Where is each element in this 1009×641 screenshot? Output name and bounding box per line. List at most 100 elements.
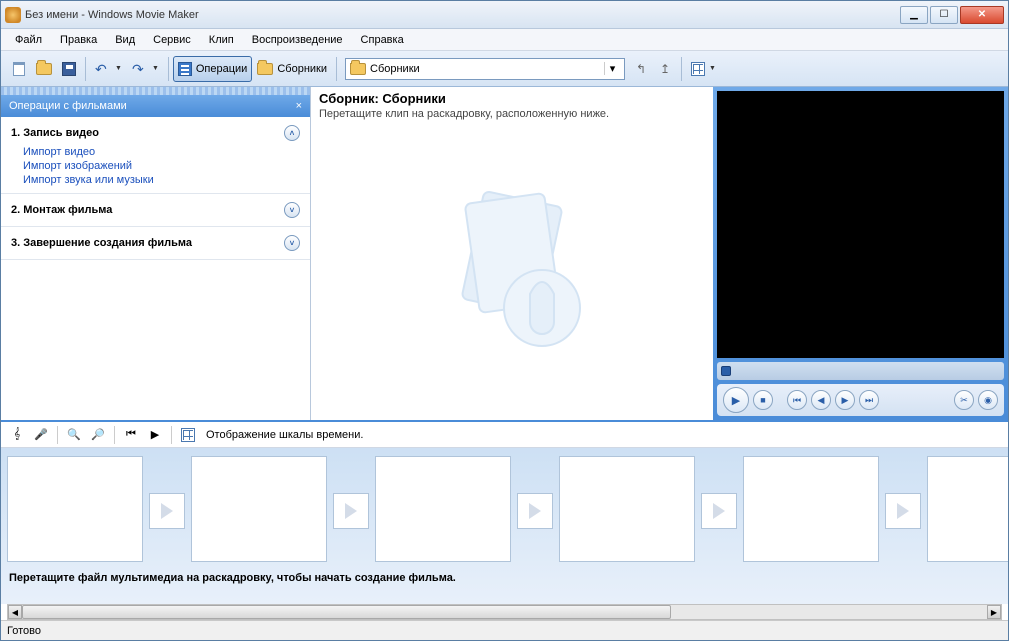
chevron-up-icon[interactable]: ˄	[284, 125, 300, 141]
menu-file[interactable]: Файл	[7, 32, 50, 48]
microphone-icon: 🎤	[34, 428, 48, 441]
redo-icon	[132, 61, 148, 77]
dropdown-arrow-icon[interactable]: ▾	[604, 62, 620, 75]
toolbar: ▼ ▼ Операции Сборники Сборники ▾ ↰ ↥ ▼	[1, 51, 1008, 87]
set-audio-levels-button[interactable]: 𝄞	[7, 425, 27, 445]
task-link-import-video[interactable]: Импорт видео	[23, 145, 300, 159]
menu-service[interactable]: Сервис	[145, 32, 199, 48]
prev-clip-button[interactable]: ⏮	[787, 390, 807, 410]
chevron-down-icon[interactable]: ˅	[284, 235, 300, 251]
scroll-right-arrow[interactable]: ▶	[987, 605, 1001, 619]
toggle-view-button[interactable]	[178, 425, 198, 445]
zoom-in-button[interactable]: 🔍	[64, 425, 84, 445]
task-section-header[interactable]: 2. Монтаж фильма ˅	[11, 200, 300, 220]
task-section-title: Завершение создания фильма	[23, 237, 192, 249]
toolbar-separator	[114, 426, 115, 444]
storyboard-transition-slot[interactable]	[517, 493, 553, 529]
folder-icon	[257, 63, 273, 75]
task-section-finish: 3. Завершение создания фильма ˅	[1, 227, 310, 260]
menu-help[interactable]: Справка	[353, 32, 412, 48]
window-title: Без имени - Windows Movie Maker	[25, 9, 900, 21]
storyboard-icon	[181, 428, 195, 442]
collection-dropdown[interactable]: Сборники ▾	[345, 58, 625, 80]
play-timeline-button[interactable]: ▶	[145, 425, 165, 445]
next-clip-button[interactable]: ⏭	[859, 390, 879, 410]
storyboard-transition-slot[interactable]	[333, 493, 369, 529]
close-button[interactable]	[960, 6, 1004, 24]
undo-icon	[95, 61, 111, 77]
open-button[interactable]	[31, 56, 57, 82]
save-button[interactable]	[57, 56, 81, 82]
menu-edit[interactable]: Правка	[52, 32, 105, 48]
menu-clip[interactable]: Клип	[201, 32, 242, 48]
storyboard-transition-slot[interactable]	[149, 493, 185, 529]
levels-icon: 𝄞	[14, 428, 21, 441]
redo-button[interactable]: ▼	[127, 56, 164, 82]
chevron-down-icon[interactable]: ˅	[284, 202, 300, 218]
toolbar-separator	[681, 57, 682, 81]
timeline-view-label[interactable]: Отображение шкалы времени.	[206, 429, 363, 441]
new-icon	[13, 62, 25, 76]
rewind-button[interactable]: ⏮	[121, 425, 141, 445]
task-section-edit: 2. Монтаж фильма ˅	[1, 194, 310, 227]
task-section-header[interactable]: 1. Запись видео ˄	[11, 123, 300, 143]
toolbar-separator	[336, 57, 337, 81]
collection-hint: Перетащите клип на раскадровку, располож…	[319, 108, 705, 120]
undo-button[interactable]: ▼	[90, 56, 127, 82]
storyboard-transition-slot[interactable]	[885, 493, 921, 529]
split-clip-button[interactable]: ✂	[954, 390, 974, 410]
minimize-button[interactable]	[900, 6, 928, 24]
seek-thumb[interactable]	[721, 366, 731, 376]
task-link-import-audio[interactable]: Импорт звука или музыки	[23, 173, 300, 187]
menu-play[interactable]: Воспроизведение	[244, 32, 351, 48]
storyboard-clip-slot[interactable]	[743, 456, 879, 562]
storyboard-transition-slot[interactable]	[701, 493, 737, 529]
nav-up-button[interactable]: ↥	[653, 56, 677, 82]
tasks-pane: Операции с фильмами × 1. Запись видео ˄ …	[1, 87, 311, 420]
menu-view[interactable]: Вид	[107, 32, 143, 48]
play-button[interactable]: ▶	[723, 387, 749, 413]
task-section-header[interactable]: 3. Завершение создания фильма ˅	[11, 233, 300, 253]
storyboard-clip-slot[interactable]	[375, 456, 511, 562]
collection-selected-label: Сборники	[370, 63, 420, 75]
horizontal-scrollbar[interactable]: ◀ ▶	[7, 604, 1002, 620]
nav-back-button[interactable]: ↰	[629, 56, 653, 82]
new-project-button[interactable]	[7, 56, 31, 82]
task-link-import-images[interactable]: Импорт изображений	[23, 159, 300, 173]
storyboard-clip-slot[interactable]	[559, 456, 695, 562]
task-section-title: Монтаж фильма	[23, 204, 112, 216]
nav-up-icon: ↥	[660, 62, 670, 76]
tasks-toggle-button[interactable]: Операции	[173, 56, 252, 82]
stop-button[interactable]: ■	[753, 390, 773, 410]
preview-video-area[interactable]	[717, 91, 1004, 358]
tasks-pane-title: Операции с фильмами	[9, 100, 127, 112]
storyboard[interactable]: Перетащите файл мультимедиа на раскадров…	[1, 448, 1008, 604]
tasks-pane-header: Операции с фильмами ×	[1, 95, 310, 117]
seek-bar[interactable]	[717, 362, 1004, 380]
timeline-toolbar: 𝄞 🎤 🔍 🔎 ⏮ ▶ Отображение шкалы времени.	[1, 422, 1008, 448]
storyboard-clip-slot[interactable]	[927, 456, 1008, 562]
task-section-num: 1.	[11, 127, 20, 139]
narrate-button[interactable]: 🎤	[31, 425, 51, 445]
statusbar: Готово	[1, 620, 1008, 640]
scroll-thumb[interactable]	[22, 605, 671, 619]
scroll-left-arrow[interactable]: ◀	[8, 605, 22, 619]
step-back-button[interactable]: ◀	[811, 390, 831, 410]
zoom-out-button[interactable]: 🔎	[88, 425, 108, 445]
toolbar-separator	[85, 57, 86, 81]
play-icon: ▶	[151, 428, 159, 441]
grid-icon	[691, 62, 705, 76]
dropdown-arrow-icon: ▼	[115, 65, 122, 72]
zoom-out-icon: 🔎	[91, 428, 105, 441]
task-section-capture: 1. Запись видео ˄ Импорт видео Импорт из…	[1, 117, 310, 194]
tasks-pane-close-icon[interactable]: ×	[296, 100, 302, 112]
storyboard-clip-slot[interactable]	[191, 456, 327, 562]
step-forward-button[interactable]: ▶	[835, 390, 855, 410]
collections-toggle-button[interactable]: Сборники	[252, 56, 332, 82]
storyboard-clip-slot[interactable]	[7, 456, 143, 562]
view-mode-button[interactable]: ▼	[686, 56, 721, 82]
maximize-button[interactable]	[930, 6, 958, 24]
main-area: Операции с фильмами × 1. Запись видео ˄ …	[1, 87, 1008, 420]
timeline-area: 𝄞 🎤 🔍 🔎 ⏮ ▶ Отображение шкалы времени.	[1, 420, 1008, 620]
take-photo-button[interactable]: ◉	[978, 390, 998, 410]
